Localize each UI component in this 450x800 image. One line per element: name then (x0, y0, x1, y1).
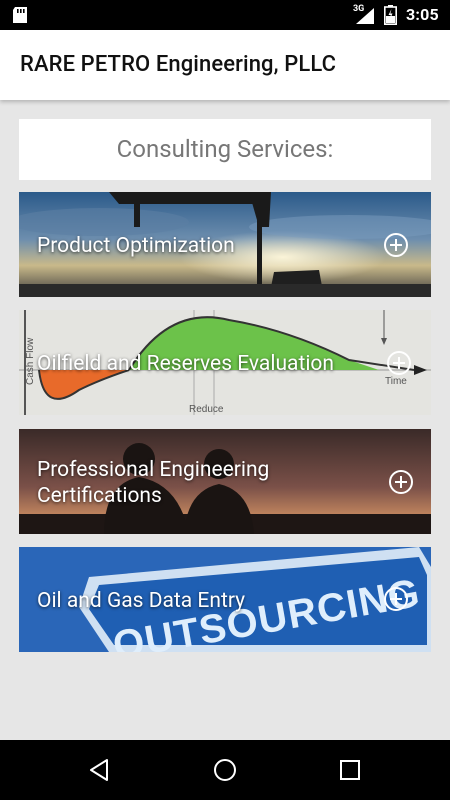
app-bar: RARE PETRO Engineering, PLLC (0, 30, 450, 100)
status-bar: 3G 3:05 (0, 0, 450, 30)
home-icon[interactable] (212, 757, 238, 783)
plus-circle-icon[interactable] (383, 586, 409, 612)
card-label: Oilfield and Reserves Evaluation (37, 352, 335, 376)
card-product-optimization[interactable]: Product Optimization (19, 192, 431, 297)
status-clock: 3:05 (406, 5, 439, 24)
card-label-line1: Professional Engineering (37, 458, 270, 482)
card-oil-gas-data-entry[interactable]: OUTSOURCING Oil and Gas Data Entry (19, 547, 431, 652)
navigation-bar (0, 740, 450, 800)
services-header: Consulting Services: (19, 119, 431, 180)
plus-circle-icon[interactable] (388, 469, 414, 495)
reduce-label: Reduce (189, 404, 224, 415)
plus-circle-icon[interactable] (383, 232, 409, 258)
time-label: Time (385, 376, 407, 387)
plus-circle-icon[interactable] (386, 350, 412, 376)
sd-card-icon (13, 7, 27, 23)
back-icon[interactable] (87, 757, 113, 783)
card-oilfield-reserves-evaluation[interactable]: Cash Flow Time Reduce Oilfield and Reser… (19, 310, 431, 415)
card-label-line2: Certifications (37, 484, 162, 508)
signal-icon (356, 8, 374, 24)
app-title: RARE PETRO Engineering, PLLC (20, 52, 337, 77)
card-professional-engineering-certifications[interactable]: Professional Engineering Certifications (19, 429, 431, 534)
card-label: Oil and Gas Data Entry (37, 589, 246, 613)
services-header-title: Consulting Services: (116, 135, 334, 163)
cash-flow-label: Cash Flow (25, 337, 36, 385)
recents-icon[interactable] (337, 757, 363, 783)
battery-icon (384, 5, 397, 25)
card-label: Product Optimization (37, 234, 235, 258)
